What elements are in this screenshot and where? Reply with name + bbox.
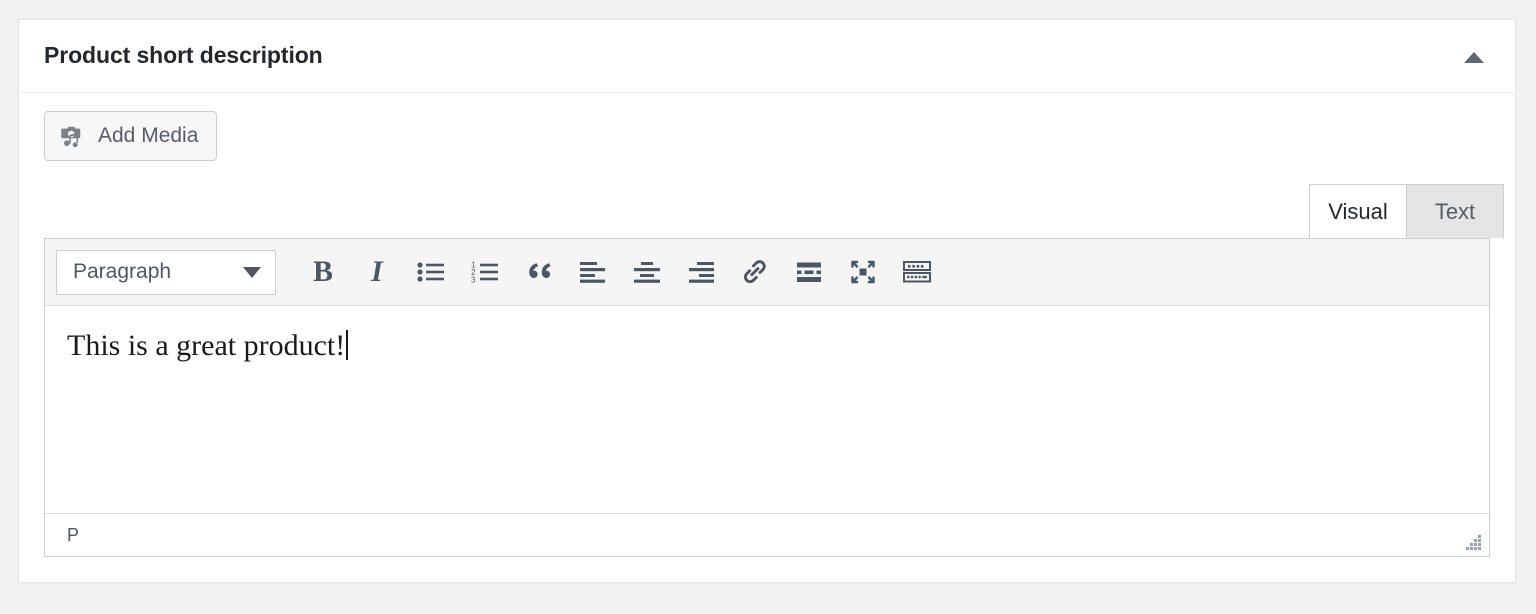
- media-buttons-row: Add Media: [44, 111, 218, 161]
- bulleted-list-icon: [417, 260, 445, 284]
- bold-icon: B: [312, 255, 333, 288]
- align-right-button[interactable]: [674, 248, 728, 296]
- numbered-list-button[interactable]: 1 2 3: [458, 248, 512, 296]
- align-left-icon: [579, 260, 607, 284]
- read-more-icon: [795, 260, 823, 284]
- italic-button[interactable]: I: [350, 248, 404, 296]
- align-center-icon: [633, 260, 661, 284]
- numbered-list-icon: 1 2 3: [471, 260, 499, 284]
- editor-content-area[interactable]: This is a great product!: [45, 306, 1489, 513]
- kitchen-sink-icon: [902, 259, 932, 285]
- tab-text[interactable]: Text: [1406, 184, 1504, 238]
- distraction-free-icon: [849, 259, 877, 285]
- read-more-button[interactable]: [782, 248, 836, 296]
- add-media-icon: [61, 123, 87, 149]
- fullscreen-button[interactable]: [836, 248, 890, 296]
- tab-visual[interactable]: Visual: [1309, 184, 1407, 238]
- tinymce-editor: Paragraph B I 1 2 3 This is a great prod…: [44, 238, 1490, 557]
- italic-icon: I: [371, 255, 383, 288]
- align-left-button[interactable]: [566, 248, 620, 296]
- editor-toolbar: Paragraph B I 1 2 3: [45, 239, 1489, 306]
- text-cursor: [346, 330, 349, 360]
- editor-mode-tabs: Visual Text: [1309, 184, 1504, 238]
- bold-button[interactable]: B: [296, 248, 350, 296]
- toolbar-toggle-button[interactable]: [890, 248, 944, 296]
- content-text: This is a great product!: [67, 329, 346, 362]
- content-paragraph: This is a great product!: [67, 326, 1467, 367]
- blockquote-button[interactable]: [512, 248, 566, 296]
- align-center-button[interactable]: [620, 248, 674, 296]
- triangle-up-icon: [1464, 51, 1484, 63]
- metabox-body: Add Media Visual Text Paragraph B I 1 2 …: [19, 93, 1515, 582]
- blockquote-icon: [524, 259, 554, 285]
- format-select-value: Paragraph: [73, 260, 172, 283]
- insert-link-button[interactable]: [728, 248, 782, 296]
- add-media-button[interactable]: Add Media: [44, 111, 218, 161]
- chevron-down-icon: [243, 266, 261, 278]
- editor-statusbar: P: [45, 513, 1489, 556]
- element-path[interactable]: P: [45, 525, 79, 546]
- bulleted-list-button[interactable]: [404, 248, 458, 296]
- add-media-label: Add Media: [98, 124, 199, 147]
- align-right-icon: [687, 260, 715, 284]
- page-title: Product short description: [44, 42, 323, 68]
- resize-grip-icon[interactable]: [1461, 532, 1483, 552]
- link-icon: [740, 258, 770, 286]
- format-select[interactable]: Paragraph: [56, 249, 276, 295]
- product-short-description-metabox: Product short description Add Media Visu…: [18, 19, 1516, 583]
- toggle-panel-button[interactable]: [1451, 34, 1497, 80]
- svg-text:3: 3: [471, 276, 476, 285]
- metabox-header: Product short description: [19, 20, 1515, 93]
